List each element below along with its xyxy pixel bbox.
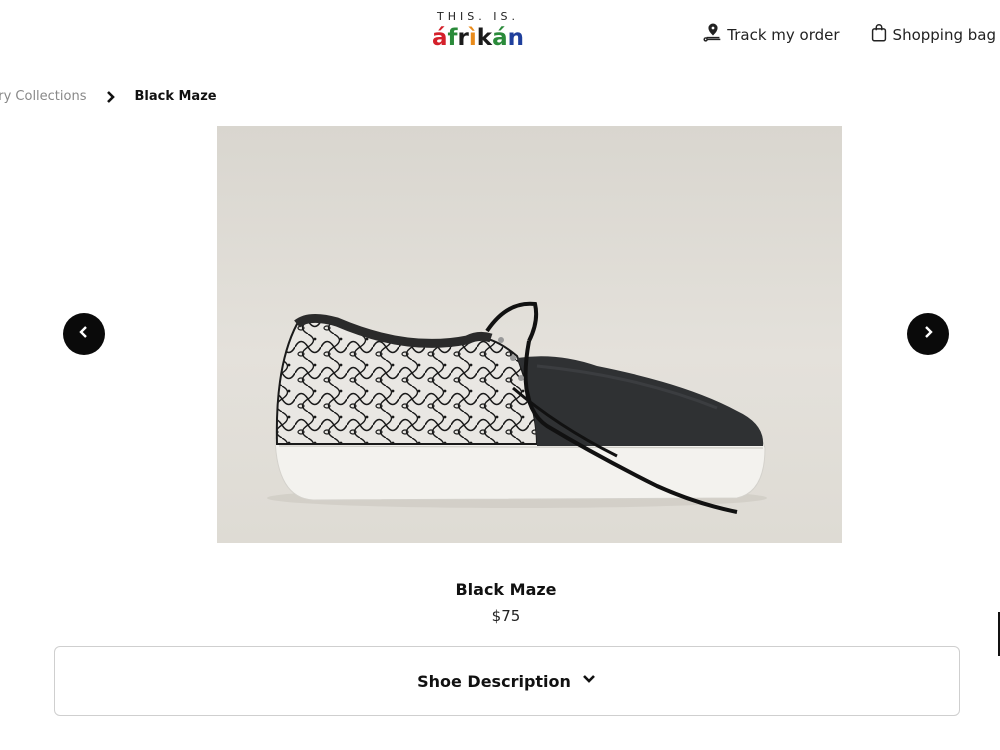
carousel-prev-button[interactable]: [63, 313, 105, 355]
logo-letter: k: [476, 25, 493, 51]
logo-letter: á: [432, 25, 448, 51]
shoe-description-toggle[interactable]: Shoe Description: [54, 646, 960, 716]
logo-letter: ì: [468, 25, 477, 51]
header-links: Track my order Shopping bag: [674, 22, 996, 48]
product-price: $75: [491, 607, 521, 625]
track-order-link[interactable]: Track my order: [702, 22, 840, 48]
chevron-left-icon: [76, 324, 92, 344]
chevron-down-icon: [571, 671, 597, 691]
brand-logo[interactable]: THIS. IS. áfrìkán: [418, 10, 538, 51]
product-page: THIS. IS. áfrìkán Track my order Shoppin…: [0, 0, 1000, 750]
shopping-bag-link[interactable]: Shopping bag: [868, 22, 996, 48]
logo-letter: á: [492, 25, 508, 51]
logo-letter: r: [457, 25, 469, 51]
breadcrumb-collections-link[interactable]: ury Collections: [0, 89, 86, 104]
breadcrumb-current: Black Maze: [134, 89, 217, 104]
location-pin-icon: [702, 22, 724, 48]
logo-letter: n: [507, 25, 524, 51]
logo-tagline: THIS. IS.: [437, 10, 519, 23]
chevron-right-icon: [106, 90, 116, 103]
breadcrumb: ury Collections Black Maze: [0, 89, 217, 104]
product-name: Black Maze: [455, 580, 557, 599]
product-image: [217, 126, 842, 543]
chevron-right-icon: [920, 324, 936, 344]
track-order-label: Track my order: [727, 26, 840, 44]
logo-wordmark: áfrìkán: [418, 25, 538, 51]
carousel-next-button[interactable]: [907, 313, 949, 355]
shopping-bag-icon: [868, 22, 890, 48]
shoe-description-label: Shoe Description: [417, 671, 571, 691]
shopping-bag-label: Shopping bag: [892, 26, 996, 44]
logo-letter: f: [447, 25, 458, 51]
